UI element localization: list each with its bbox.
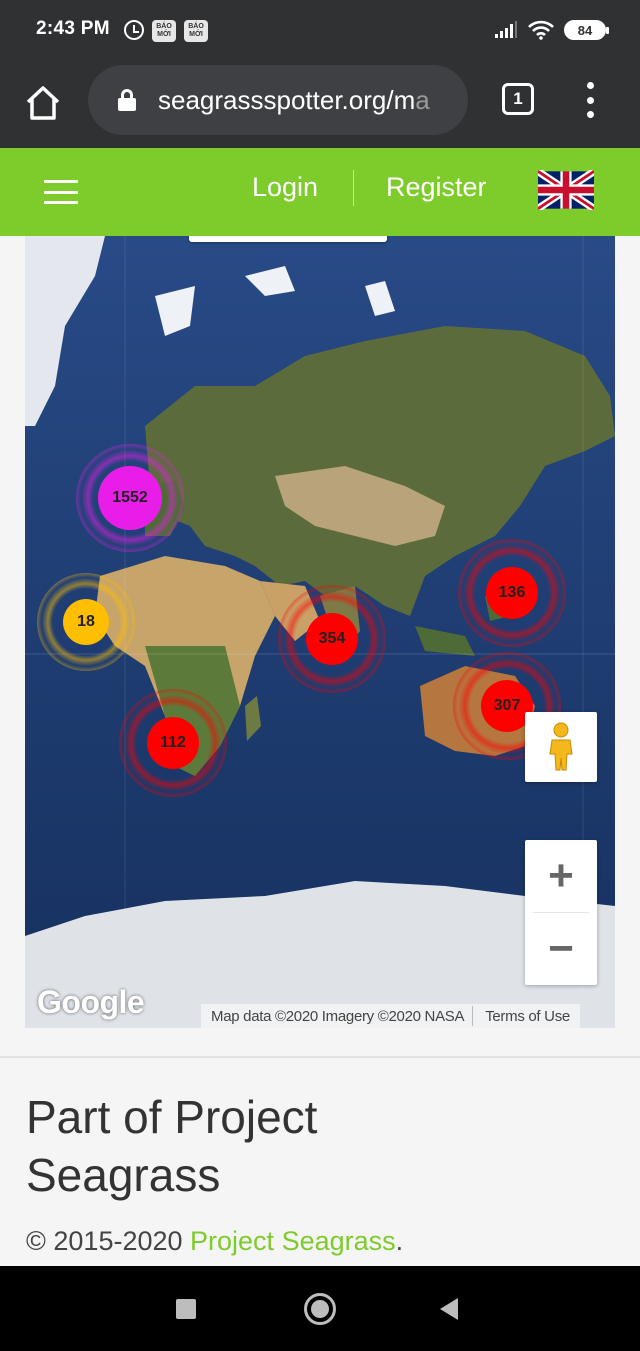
marker-cluster[interactable]: 136 bbox=[458, 539, 566, 647]
url-text: seagrassspotter.org/ma bbox=[158, 84, 430, 115]
status-notifications: BÁO MỚI BÁO MỚI bbox=[124, 20, 208, 42]
street-view-pegman-button[interactable] bbox=[525, 712, 597, 782]
alarm-icon bbox=[124, 20, 144, 40]
status-system-icons: 84 bbox=[494, 20, 609, 40]
back-button[interactable] bbox=[440, 1298, 458, 1320]
footer-title: Part of Project Seagrass bbox=[26, 1091, 318, 1201]
home-icon[interactable] bbox=[22, 82, 64, 124]
nav-divider bbox=[353, 170, 354, 206]
status-bar: 2:43 PM BÁO MỚI BÁO MỚI 84 bbox=[0, 0, 640, 62]
browser-menu-icon[interactable] bbox=[582, 82, 598, 118]
browser-toolbar: seagrassspotter.org/ma 1 bbox=[0, 62, 640, 148]
zoom-in-button[interactable]: + bbox=[525, 840, 597, 912]
site-header: Login Register bbox=[0, 148, 640, 236]
uk-flag-icon[interactable] bbox=[538, 170, 594, 210]
project-seagrass-link[interactable]: Project Seagrass bbox=[190, 1226, 396, 1256]
map-control-bar[interactable] bbox=[189, 236, 387, 242]
lock-icon bbox=[118, 89, 136, 111]
page-content: 1552 18 354 136 307 112 + − Google Map d… bbox=[0, 236, 640, 1266]
terms-of-use-link[interactable]: Terms of Use bbox=[473, 1008, 580, 1025]
android-nav-bar bbox=[0, 1266, 640, 1351]
map-data-text: Map data ©2020 Imagery ©2020 NASA bbox=[211, 1007, 465, 1025]
bao-moi-icon: BÁO MỚI bbox=[184, 20, 208, 42]
footer-divider bbox=[0, 1056, 640, 1058]
footer-copyright: © 2015-2020 Project Seagrass. bbox=[26, 1226, 404, 1256]
marker-cluster[interactable]: 1552 bbox=[76, 444, 184, 552]
zoom-control: + − bbox=[525, 840, 597, 985]
signal-icon bbox=[495, 21, 517, 38]
recents-button[interactable] bbox=[176, 1299, 196, 1319]
login-link[interactable]: Login bbox=[252, 172, 318, 203]
zoom-out-button[interactable]: − bbox=[525, 913, 597, 985]
marker-cluster[interactable]: 354 bbox=[278, 585, 386, 693]
home-button[interactable] bbox=[304, 1293, 336, 1325]
status-time: 2:43 PM bbox=[36, 18, 110, 39]
register-link[interactable]: Register bbox=[386, 172, 487, 203]
marker-cluster[interactable]: 112 bbox=[119, 689, 227, 797]
google-logo: Google bbox=[37, 984, 145, 1020]
wifi-icon bbox=[528, 20, 554, 40]
tab-switcher-button[interactable]: 1 bbox=[502, 83, 534, 115]
map-view[interactable]: 1552 18 354 136 307 112 + − Google Map d… bbox=[25, 236, 615, 1028]
map-attribution: Map data ©2020 Imagery ©2020 NASA Terms … bbox=[201, 1004, 580, 1028]
battery-icon: 84 bbox=[564, 20, 609, 40]
pegman-icon bbox=[549, 722, 573, 771]
marker-cluster[interactable]: 18 bbox=[37, 573, 135, 671]
address-bar[interactable]: seagrassspotter.org/ma bbox=[88, 65, 468, 135]
bao-moi-icon: BÁO MỚI bbox=[152, 20, 176, 42]
hamburger-menu-icon[interactable] bbox=[44, 180, 78, 204]
